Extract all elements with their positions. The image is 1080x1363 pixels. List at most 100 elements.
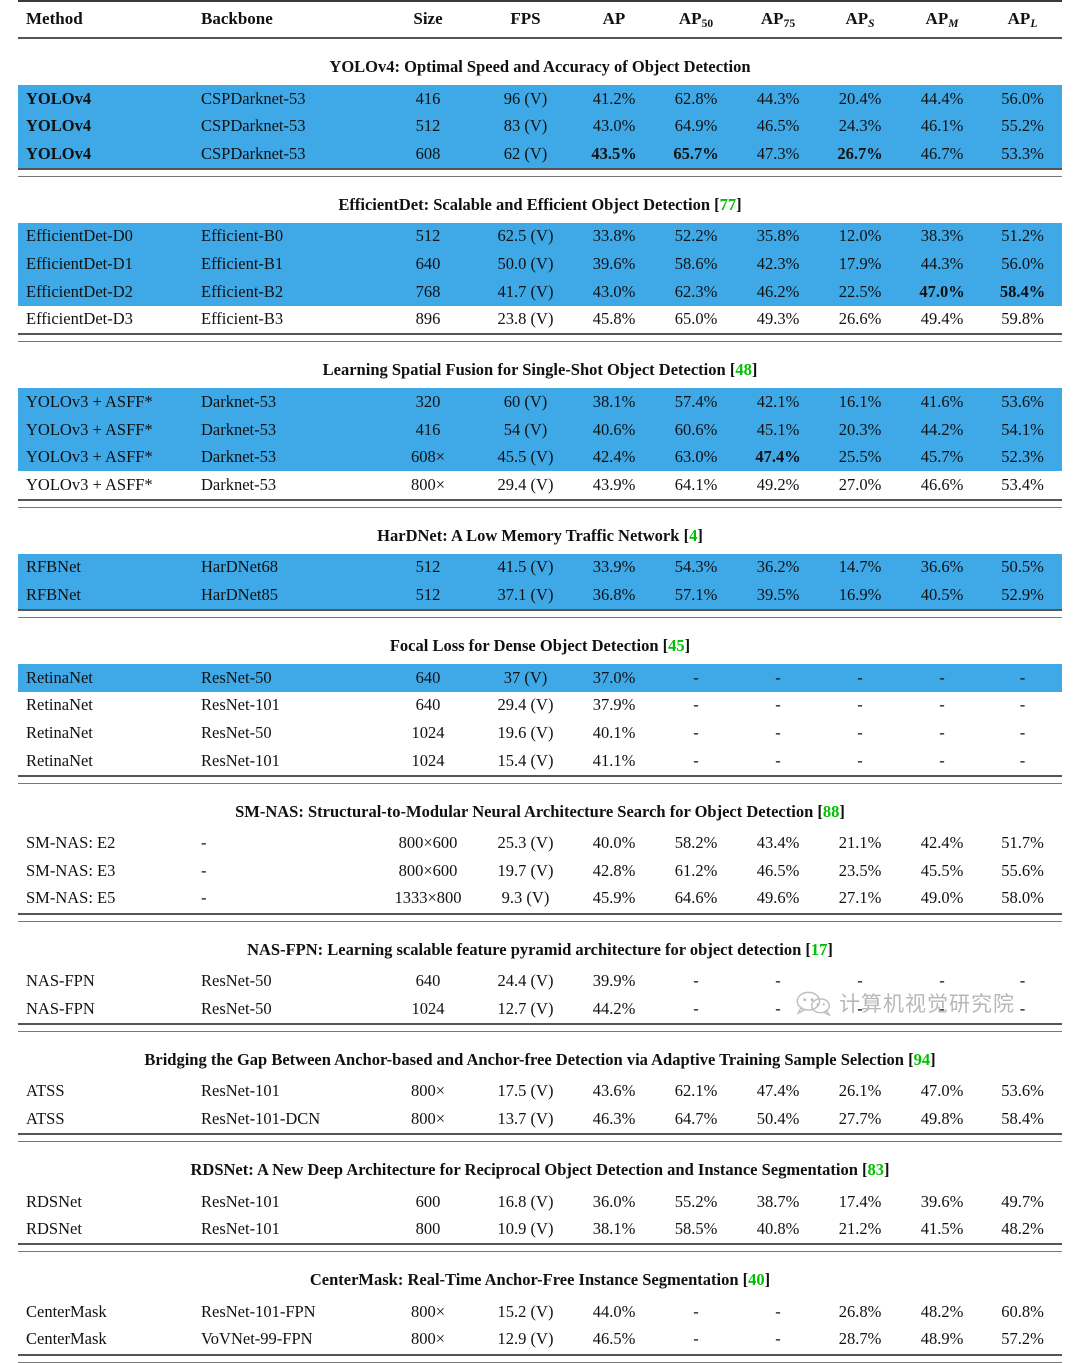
section-spacer (18, 1031, 1062, 1043)
section-separator-rule (18, 609, 1062, 619)
cell-ap50: - (655, 664, 737, 692)
cell-ap50: - (693, 971, 699, 990)
section-citation[interactable]: 17 (811, 940, 828, 959)
cell-aps: 26.6% (838, 309, 882, 329)
cell-ap75: 46.2% (737, 278, 819, 306)
cell-aps: 12.0% (819, 222, 901, 251)
cell-size: 800×600 (398, 833, 458, 853)
cell-ap50: 64.1% (674, 474, 718, 494)
cell-apm: 44.2% (901, 416, 983, 444)
cell-ap: 46.5% (592, 1329, 636, 1349)
cell-ap50: 62.1% (674, 1081, 718, 1101)
cell-ap75: - (775, 750, 781, 770)
section-citation[interactable]: 88 (823, 802, 840, 821)
section-title-text: CenterMask: Real-Time Anchor-Free Instan… (309, 1270, 739, 1290)
table-row: RDSNet ResNet-101 800 10.9 (V) 38.1% 58.5% 40.… (18, 1216, 1062, 1245)
cell-apl: 55.6% (1001, 860, 1044, 880)
section-title: EfficientDet: Scalable and Efficient Obj… (338, 194, 742, 214)
cell-fps: 45.5 (V) (478, 443, 573, 472)
cell-ap75: 43.4% (756, 833, 800, 853)
cell-ap75: 40.8% (756, 1219, 800, 1239)
cell-aps: 25.5% (819, 443, 901, 472)
cell-aps: 17.9% (819, 250, 901, 279)
cell-apm: 49.8% (920, 1108, 964, 1128)
cell-apm: 46.7% (901, 140, 983, 169)
cell-method: YOLOv4 (18, 85, 193, 113)
cell-ap50: - (693, 750, 699, 770)
cell-ap75: - (775, 722, 781, 742)
cell-ap: 38.1% (592, 1219, 636, 1239)
cell-ap: 43.0% (573, 278, 655, 306)
cell-fps: 9.3 (V) (501, 888, 550, 908)
table-row: YOLOv4 CSPDarknet-53 512 83 (V) 43.0% 64.9% 46… (18, 112, 1062, 141)
cell-backbone: - (201, 860, 207, 880)
cell-ap: 37.0% (573, 664, 655, 692)
cell-size: 640 (415, 971, 441, 990)
table-row: SM-NAS: E3 - 800×600 19.7 (V) 42.8% 61.2% 46.5… (18, 857, 1062, 885)
section-citation[interactable]: 77 (720, 195, 737, 214)
table-body: Method Backbone Size FPS AP AP50 AP75 APS APM APL… (18, 0, 1062, 1363)
cell-backbone: HarDNet85 (193, 581, 378, 611)
rule-cell (18, 1031, 1062, 1043)
table-row: NAS-FPN ResNet-50 1024 12.7 (V) 44.2% - - - - - (18, 995, 1062, 1024)
column-header-label: AP (678, 9, 702, 28)
cell-ap: 40.6% (573, 416, 655, 444)
section-citation[interactable]: 4 (689, 526, 697, 545)
cell-apm: 47.0% (920, 1081, 964, 1101)
cell-backbone: Darknet-53 (193, 416, 378, 444)
cell-method: RetinaNet (18, 664, 193, 692)
table-row: RDSNet ResNet-101 600 16.8 (V) 36.0% 55.2% 38.… (18, 1188, 1062, 1216)
section-title-row: SM-NAS: Structural-to-Modular Neural Arc… (18, 795, 1062, 830)
cell-method: EfficientDet-D0 (18, 222, 193, 251)
column-header-label: AP (845, 9, 869, 28)
section-title-text: EfficientDet: Scalable and Efficient Obj… (338, 194, 710, 214)
cell-ap75: - (775, 695, 781, 715)
cell-ap50: 60.6% (655, 416, 737, 444)
cell-apm: 46.6% (920, 474, 964, 494)
cell-method: SM-NAS: E3 (26, 860, 116, 880)
section-citation[interactable]: 83 (868, 1160, 885, 1179)
table-row: EfficientDet-D1 Efficient-B1 640 50.0 (V) 39… (18, 250, 1062, 279)
section-citation[interactable]: 94 (914, 1050, 931, 1069)
section-citation[interactable]: 40 (748, 1270, 765, 1289)
section-title-row: Bridging the Gap Between Anchor-based an… (18, 1043, 1062, 1078)
cell-fps: 19.7 (V) (497, 860, 554, 880)
cell-ap50: 62.3% (655, 278, 737, 306)
section-separator-rule (18, 774, 1062, 784)
cell-aps: 21.2% (838, 1219, 882, 1239)
cell-fps: 83 (V) (478, 112, 573, 141)
cell-size: 512 (378, 222, 478, 251)
cell-ap75: 50.4% (756, 1108, 800, 1128)
rule-cell (18, 498, 1062, 508)
cell-ap75: 36.2% (737, 553, 819, 582)
cell-backbone: ResNet-101-FPN (201, 1301, 316, 1321)
cell-size: 320 (378, 388, 478, 416)
cell-ap: 44.0% (592, 1301, 636, 1321)
section-spacer (18, 1252, 1062, 1264)
cell-backbone: CSPDarknet-53 (193, 112, 378, 141)
cell-ap50: 63.0% (655, 443, 737, 472)
section-title: NAS-FPN: Learning scalable feature pyram… (247, 939, 833, 959)
rule-cell (18, 342, 1062, 354)
cell-apm: 41.6% (901, 388, 983, 416)
section-citation[interactable]: 48 (735, 360, 752, 379)
cell-method: YOLOv3 + ASFF* (18, 388, 193, 416)
cell-fps: 15.4 (V) (497, 750, 554, 770)
cell-apm: - (939, 971, 945, 990)
cell-apm: - (939, 750, 945, 770)
cell-ap: 38.1% (573, 388, 655, 416)
cell-size: 416 (378, 85, 478, 113)
cell-ap50: 52.2% (655, 222, 737, 251)
section-spacer (18, 342, 1062, 354)
column-header-label: Method (26, 9, 83, 28)
cell-ap50: - (693, 1329, 699, 1349)
cell-method: YOLOv3 + ASFF* (18, 443, 193, 472)
section-citation[interactable]: 45 (668, 636, 685, 655)
cell-ap75: 39.5% (737, 581, 819, 611)
section-title-row: Learning Spatial Fusion for Single-Shot … (18, 353, 1062, 388)
cell-apl: 58.0% (1001, 888, 1044, 908)
cell-ap50: 62.8% (655, 85, 737, 113)
cell-ap: 41.2% (573, 85, 655, 113)
cell-ap75: - (775, 998, 781, 1018)
cell-apl: - (1019, 971, 1026, 990)
